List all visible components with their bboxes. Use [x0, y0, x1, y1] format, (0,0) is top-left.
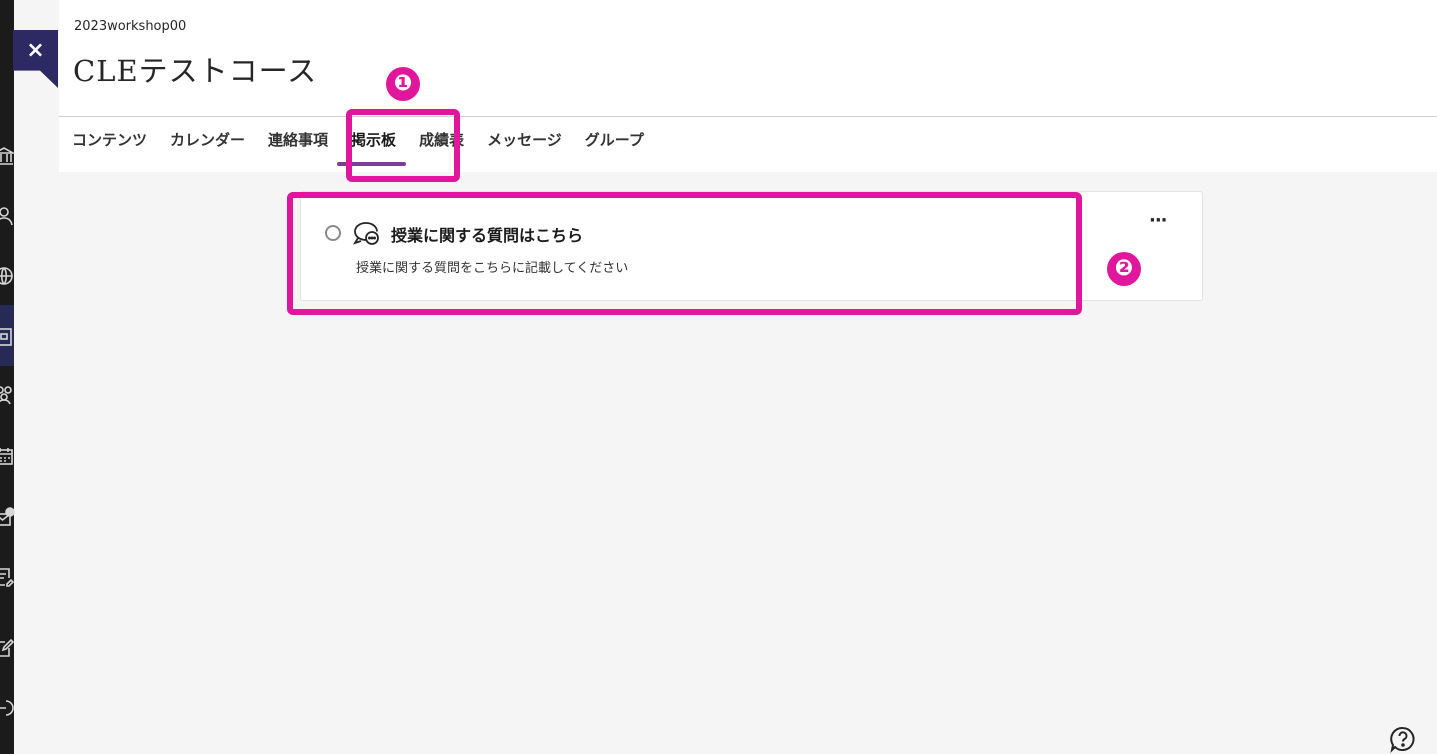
globe-icon[interactable]	[0, 265, 15, 287]
courses-icon[interactable]	[0, 326, 15, 348]
tools-icon[interactable]	[0, 637, 15, 659]
grades-icon[interactable]	[0, 566, 15, 588]
signout-icon[interactable]	[0, 697, 15, 719]
tab-content[interactable]: コンテンツ	[72, 129, 147, 159]
annotation-number-2: ❷	[1107, 252, 1141, 286]
institution-icon[interactable]	[0, 145, 15, 167]
profile-icon[interactable]	[0, 205, 15, 227]
navigation-rail	[0, 0, 15, 754]
course-header: 2023workshop00 CLEテストコース コンテンツ カレンダー 連絡事…	[59, 0, 1437, 172]
tab-announcements[interactable]: 連絡事項	[268, 129, 328, 159]
messages-icon[interactable]	[0, 506, 15, 528]
close-course-button[interactable]: ×	[13, 30, 58, 88]
close-icon: ×	[26, 38, 45, 63]
help-icon[interactable]	[1389, 725, 1417, 753]
annotation-box-2	[287, 192, 1082, 315]
course-id: 2023workshop00	[74, 19, 187, 34]
tab-messages[interactable]: メッセージ	[487, 129, 562, 159]
tab-calendar[interactable]: カレンダー	[170, 129, 245, 159]
tab-groups[interactable]: グループ	[585, 129, 644, 159]
groups-icon[interactable]	[0, 384, 15, 406]
annotation-box-1	[346, 109, 460, 182]
more-options-button[interactable]: ···	[1149, 212, 1167, 230]
header-divider	[59, 116, 1437, 117]
annotation-number-1: ❶	[386, 67, 420, 101]
course-title: CLEテストコース	[73, 54, 318, 88]
calendar-icon[interactable]	[0, 445, 15, 467]
